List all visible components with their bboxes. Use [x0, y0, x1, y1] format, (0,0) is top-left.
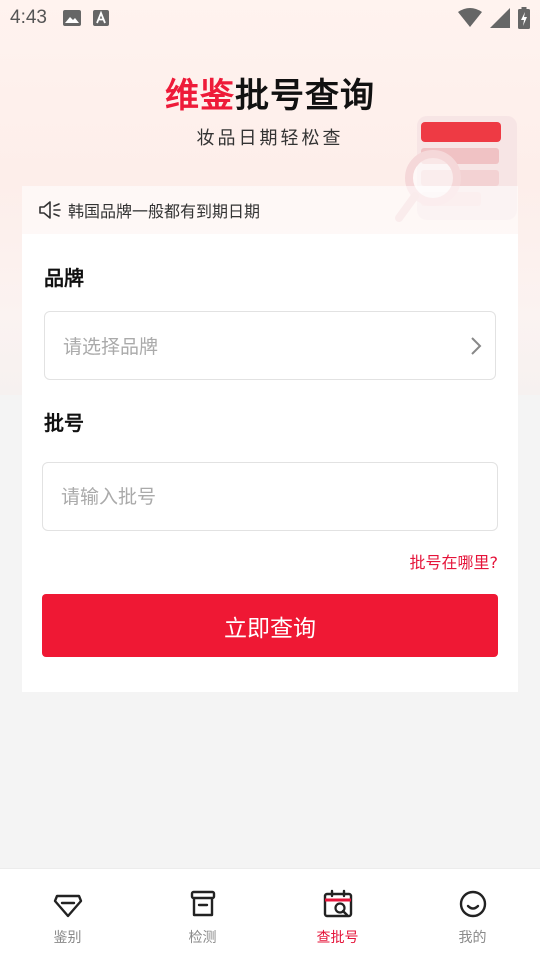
box-icon	[190, 890, 215, 917]
font-app-icon	[92, 10, 109, 26]
wifi-icon	[458, 8, 482, 27]
logo-brand: 维鉴	[165, 76, 235, 116]
smile-icon	[459, 890, 486, 918]
battery-charging-icon	[518, 7, 530, 29]
page-title: 批号查询	[235, 76, 375, 116]
tab-batch-query[interactable]: 查批号	[270, 869, 405, 960]
tab-label: 我的	[458, 930, 487, 946]
batch-input-box[interactable]	[42, 462, 498, 531]
speaker-icon	[39, 201, 61, 219]
chevron-right-icon	[471, 337, 482, 355]
batch-help-link[interactable]: 批号在哪里?	[410, 549, 499, 573]
tab-identify[interactable]: 鉴别	[0, 869, 135, 960]
brand-placeholder: 请选择品牌	[63, 336, 159, 358]
tab-label: 检测	[188, 930, 217, 946]
query-button[interactable]: 立即查询	[42, 594, 498, 657]
status-time: 4:43	[10, 7, 47, 28]
query-form: 品牌 请选择品牌 批号 批号在哪里? 立即查询	[22, 234, 518, 692]
notice-bar: 韩国品牌一般都有到期日期	[22, 186, 518, 234]
tab-label: 查批号	[316, 930, 359, 946]
status-bar: 4:43	[0, 0, 540, 36]
notice-text: 韩国品牌一般都有到期日期	[68, 202, 261, 221]
brand-label: 品牌	[44, 266, 84, 290]
diamond-icon	[53, 894, 82, 918]
batch-input[interactable]	[61, 485, 497, 508]
brand-select[interactable]: 请选择品牌	[44, 311, 496, 380]
tab-bar: 鉴别 检测 查批号 我的	[0, 868, 540, 960]
tab-mine[interactable]: 我的	[405, 869, 540, 960]
batch-label: 批号	[44, 411, 84, 435]
signal-icon	[490, 8, 510, 28]
calendar-search-icon	[323, 889, 352, 918]
tab-label: 鉴别	[53, 930, 82, 946]
image-icon	[62, 10, 81, 26]
tab-detect[interactable]: 检测	[135, 869, 270, 960]
